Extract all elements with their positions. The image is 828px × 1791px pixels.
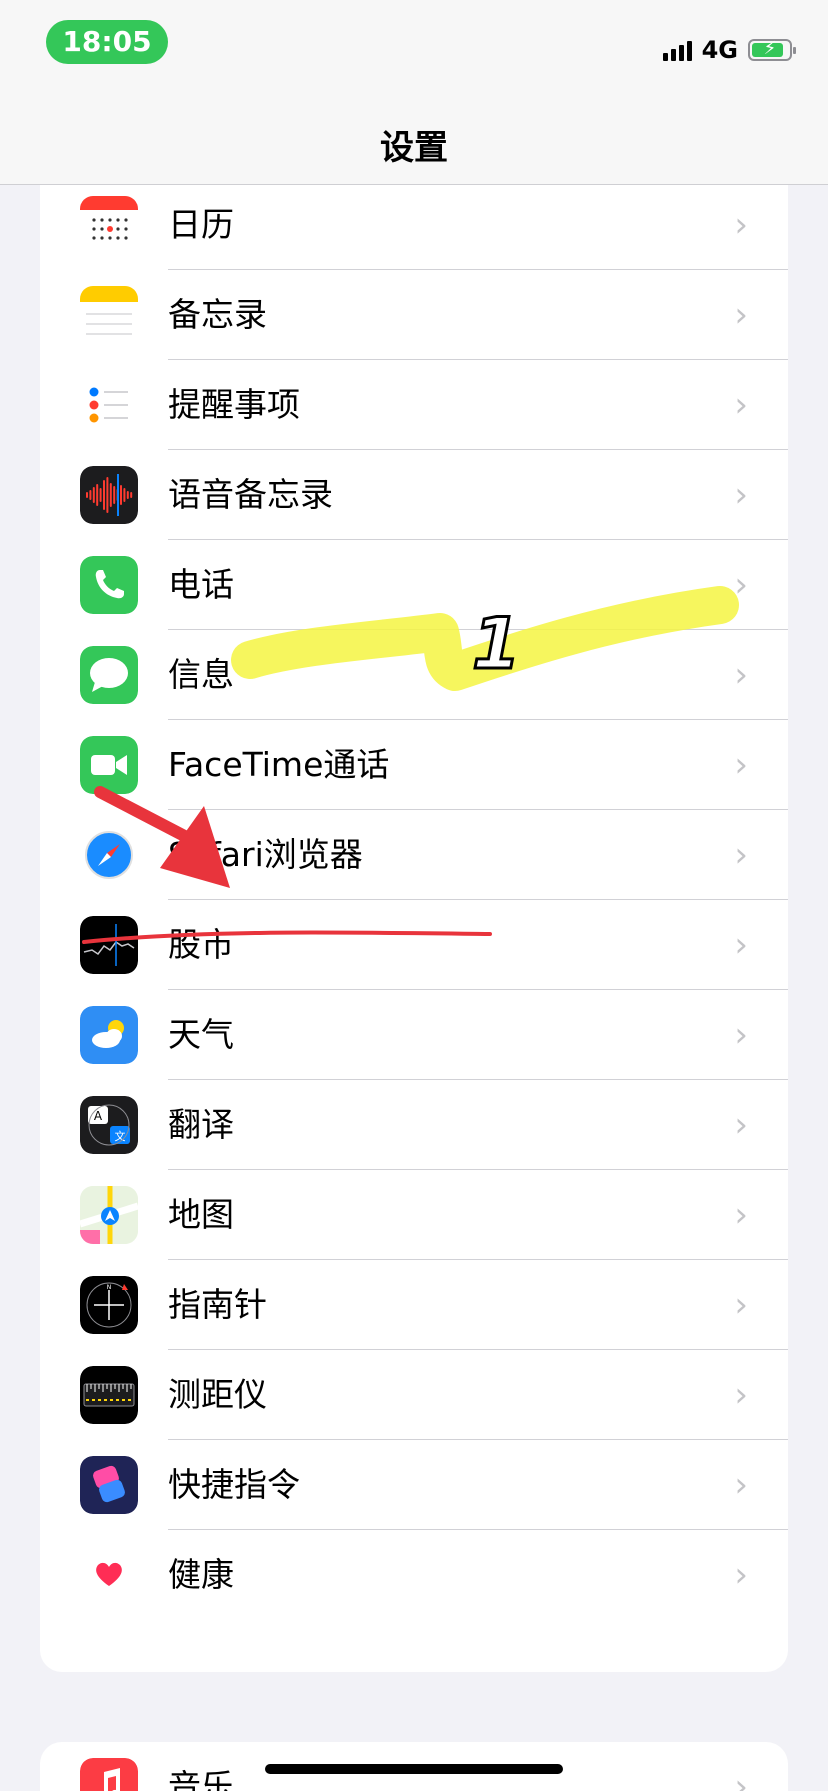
- settings-row-shortcuts[interactable]: 快捷指令 ›: [40, 1440, 788, 1530]
- chevron-right-icon: ›: [734, 1555, 748, 1595]
- settings-row-label: 天气: [168, 1015, 234, 1054]
- settings-row-weather[interactable]: 天气 ›: [40, 990, 788, 1080]
- settings-row-label: 健康: [168, 1555, 234, 1594]
- settings-row-label: 指南针: [168, 1285, 267, 1324]
- settings-row-health[interactable]: 健康 ›: [40, 1530, 788, 1620]
- stocks-icon: [80, 916, 138, 974]
- chevron-right-icon: ›: [734, 475, 748, 515]
- chevron-right-icon: ›: [734, 1015, 748, 1055]
- reminders-icon: [80, 376, 138, 434]
- settings-screen: 18:05 4G ⚡ 设置 通讯录›日历›备忘录›提醒事项›语音备忘录›电话›信…: [0, 0, 828, 1791]
- settings-row-label: 日历: [168, 205, 234, 244]
- settings-row-messages[interactable]: 信息 ›: [40, 630, 788, 720]
- navigation-header: 18:05 4G ⚡ 设置: [0, 0, 828, 185]
- chevron-right-icon: ›: [734, 925, 748, 965]
- chevron-right-icon: ›: [734, 205, 748, 245]
- chevron-right-icon: ›: [734, 1195, 748, 1235]
- settings-row-label: 地图: [168, 1195, 234, 1234]
- chevron-right-icon: ›: [734, 1375, 748, 1415]
- phone-icon: [80, 556, 138, 614]
- chevron-right-icon: ›: [734, 835, 748, 875]
- settings-row-label: 语音备忘录: [168, 475, 333, 514]
- settings-row-facetime[interactable]: FaceTime通话 ›: [40, 720, 788, 810]
- settings-row-reminders[interactable]: 提醒事项 ›: [40, 360, 788, 450]
- settings-row-label: 备忘录: [168, 295, 267, 334]
- settings-row-compass[interactable]: N 指南针 ›: [40, 1260, 788, 1350]
- settings-row-label: 翻译: [168, 1105, 234, 1144]
- settings-row-safari[interactable]: Safari浏览器 ›: [40, 810, 788, 900]
- calendar-icon: [80, 196, 138, 254]
- settings-row-measure[interactable]: 测距仪 ›: [40, 1350, 788, 1440]
- music-icon: [80, 1758, 138, 1791]
- chevron-right-icon: ›: [734, 745, 748, 785]
- status-indicators: 4G ⚡: [662, 34, 796, 66]
- facetime-icon: [80, 736, 138, 794]
- chevron-right-icon: ›: [734, 1285, 748, 1325]
- settings-row-label: 快捷指令: [168, 1465, 300, 1504]
- chevron-right-icon: ›: [734, 1465, 748, 1505]
- status-time: 18:05: [46, 20, 168, 64]
- settings-row-label: 音乐: [168, 1767, 234, 1791]
- page-title: 设置: [380, 128, 448, 168]
- chevron-right-icon: ›: [734, 295, 748, 335]
- settings-row-stocks[interactable]: 股市 ›: [40, 900, 788, 990]
- signal-icon: [662, 39, 692, 61]
- compass-icon: N: [80, 1276, 138, 1334]
- home-indicator[interactable]: [265, 1764, 563, 1774]
- chevron-right-icon: ›: [734, 565, 748, 605]
- settings-row-label: 股市: [168, 925, 234, 964]
- battery-icon: ⚡: [748, 38, 796, 61]
- chevron-right-icon: ›: [734, 1105, 748, 1145]
- settings-row-label: FaceTime通话: [168, 745, 390, 784]
- safari-icon: [80, 826, 138, 884]
- chevron-right-icon: ›: [734, 1767, 748, 1791]
- weather-icon: [80, 1006, 138, 1064]
- chevron-right-icon: ›: [734, 655, 748, 695]
- settings-group-apps: 通讯录›日历›备忘录›提醒事项›语音备忘录›电话›信息›FaceTime通话›S…: [40, 140, 788, 1672]
- settings-row-notes[interactable]: 备忘录 ›: [40, 270, 788, 360]
- settings-row-calendar[interactable]: 日历 ›: [40, 180, 788, 270]
- shortcuts-icon: [80, 1456, 138, 1514]
- settings-row-label: 电话: [168, 565, 234, 604]
- network-type: 4G: [701, 36, 738, 64]
- svg-text:文: 文: [115, 1129, 126, 1143]
- voice-memos-icon: [80, 466, 138, 524]
- settings-row-voice-memos[interactable]: 语音备忘录 ›: [40, 450, 788, 540]
- chevron-right-icon: ›: [734, 385, 748, 425]
- translate-icon: A文: [80, 1096, 138, 1154]
- health-icon: [80, 1546, 138, 1604]
- svg-text:N: N: [107, 1284, 112, 1291]
- settings-row-label: 提醒事项: [168, 385, 300, 424]
- settings-row-phone[interactable]: 电话 ›: [40, 540, 788, 630]
- settings-row-translate[interactable]: A 文翻译 ›: [40, 1080, 788, 1170]
- settings-row-label: Safari浏览器: [168, 835, 363, 874]
- measure-icon: [80, 1366, 138, 1424]
- notes-icon: [80, 286, 138, 344]
- messages-icon: [80, 646, 138, 704]
- maps-icon: [80, 1186, 138, 1244]
- settings-row-maps[interactable]: 地图 ›: [40, 1170, 788, 1260]
- settings-row-label: 信息: [168, 655, 234, 694]
- settings-row-label: 测距仪: [168, 1375, 267, 1414]
